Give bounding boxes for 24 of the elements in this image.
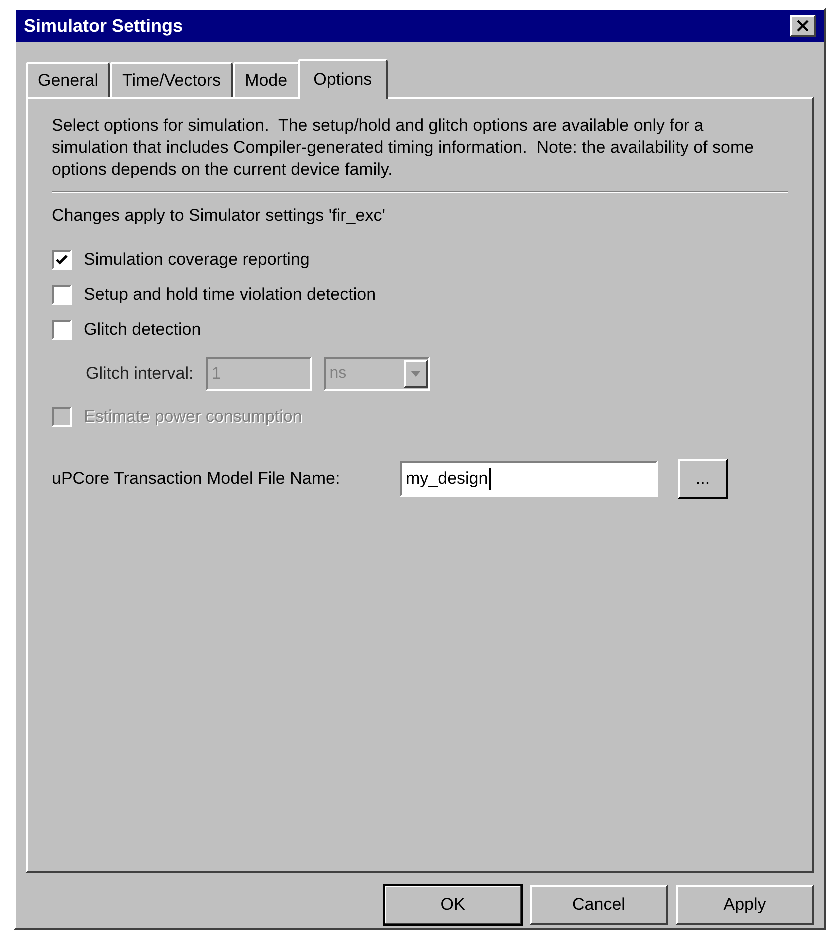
checkbox-label: Simulation coverage reporting [84, 249, 310, 272]
changes-note: Changes apply to Simulator settings 'fir_exc' [52, 205, 386, 227]
checkbox[interactable] [52, 285, 72, 305]
field-label: uPCore Transaction Model File Name: [52, 468, 342, 490]
close-button[interactable] [790, 15, 816, 37]
window-title: Simulator Settings [24, 14, 184, 38]
browse-button[interactable]: ... [678, 458, 728, 498]
dialog-button[interactable]: OK [384, 885, 522, 925]
tab[interactable]: Time/Vectors [110, 62, 234, 97]
tab[interactable]: General [26, 62, 110, 97]
file-name-field[interactable]: my_design [400, 460, 658, 496]
checkbox[interactable] [52, 320, 72, 340]
tab[interactable]: Mode [233, 62, 300, 97]
description-text: Select options for simulation. The setup/hold and glitch options are available only for a simulation that includes Compiler-generated timing information. Note: the availability of some options depends on the current device family. [52, 115, 756, 181]
dialog-button[interactable]: Cancel [530, 885, 668, 925]
checkbox-label: Glitch detection [84, 319, 202, 342]
checkmark-icon [56, 254, 68, 266]
dialog-button[interactable]: Apply [676, 885, 814, 925]
checkbox-label: Estimate power consumption [84, 406, 302, 428]
close-icon[interactable] [797, 20, 809, 32]
field-label: Glitch interval: [86, 362, 194, 385]
checkbox[interactable] [52, 250, 72, 270]
checkbox-label: Setup and hold time violation detection [84, 284, 376, 306]
tab[interactable]: Options [298, 59, 388, 99]
